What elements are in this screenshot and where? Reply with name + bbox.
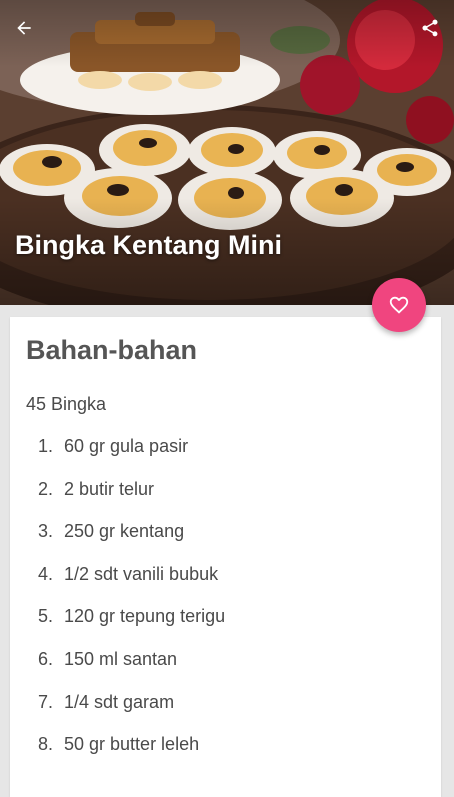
ingredient-number: 6.	[38, 648, 54, 669]
share-button[interactable]	[414, 12, 446, 44]
ingredient-number: 4.	[38, 563, 54, 584]
ingredient-number: 7.	[38, 691, 54, 712]
servings-text: 45 Bingka	[26, 394, 107, 414]
ingredient-item: 4. 1/2 sdt vanili bubuk	[10, 564, 441, 607]
ingredient-number: 2.	[38, 478, 54, 499]
ingredient-text: 2 butir telur	[64, 478, 155, 499]
ingredient-text: 60 gr gula pasir	[64, 436, 189, 456]
recipe-hero-image: Bingka Kentang Mini	[0, 0, 454, 305]
ingredient-text: 250 gr kentang	[64, 521, 185, 542]
ingredient-number: 8.	[38, 734, 54, 755]
ingredient-text: 120 gr tepung terigu	[64, 606, 226, 627]
favorite-button[interactable]	[372, 278, 426, 332]
back-button[interactable]	[8, 12, 40, 44]
ingredients-heading: Bahan-bahan	[26, 335, 198, 365]
ingredient-item: 3. 250 gr kentang	[10, 521, 441, 564]
recipe-title: Bingka Kentang Mini	[15, 230, 283, 260]
ingredient-item: 7. 1/4 sdt garam	[10, 692, 441, 735]
ingredient-item: 2. 2 butir telur	[10, 479, 441, 522]
share-icon	[422, 19, 438, 37]
ingredient-item: 5. 120 gr tepung terigu	[10, 606, 441, 649]
ingredient-number: 1.	[38, 436, 54, 456]
ingredient-text: 1/4 sdt garam	[64, 691, 175, 712]
ingredient-item: 1. 60 gr gula pasir	[10, 436, 441, 479]
ingredient-text: 1/2 sdt vanili bubuk	[64, 563, 219, 584]
arrow-left-icon	[17, 21, 31, 35]
heart-outline-icon	[389, 296, 409, 314]
ingredient-number: 3.	[38, 521, 54, 542]
ingredient-number: 5.	[38, 606, 54, 627]
ingredient-item: 6. 150 ml santan	[10, 649, 441, 692]
ingredient-list: 1. 60 gr gula pasir 2. 2 butir telur 3. 250…	[10, 436, 441, 777]
ingredient-item: 8. 50 gr butter leleh	[10, 734, 441, 777]
ingredient-text: 150 ml santan	[64, 648, 178, 669]
ingredient-text: 50 gr butter leleh	[64, 734, 200, 755]
ingredients-card: Bahan-bahan 45 Bingka 1. 60 gr gula pasir…	[10, 317, 441, 797]
